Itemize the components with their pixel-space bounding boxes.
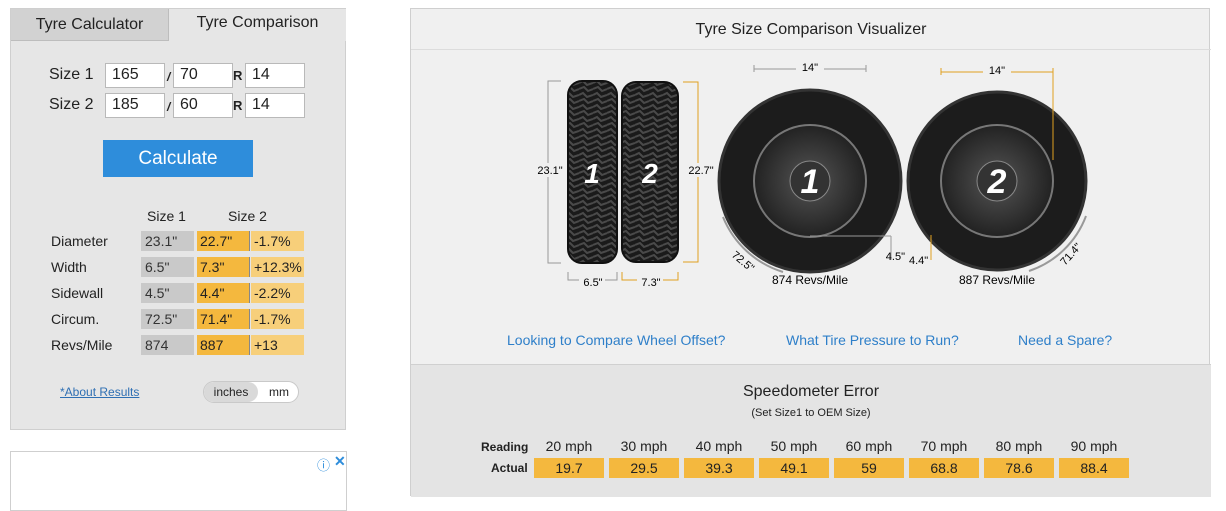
tread-height1-label: 23.1"	[537, 165, 562, 177]
tab-tyre-calculator[interactable]: Tyre Calculator	[11, 9, 169, 41]
ad-info-icon[interactable]: ⓘ	[317, 455, 330, 474]
reading-value: 20 mph	[545, 438, 593, 454]
actual-value: 39.3	[684, 458, 754, 478]
ad-close-icon[interactable]: ✕	[334, 453, 346, 470]
need-spare-link[interactable]: Need a Spare?	[1018, 332, 1112, 348]
result-size2-sidewall: 4.4"	[197, 283, 250, 303]
size1-rim-input[interactable]: 14	[245, 63, 305, 88]
speedometer-subtitle: (Set Size1 to OEM Size)	[751, 407, 871, 419]
result-label-sidewall: Sidewall	[51, 285, 104, 301]
results-header-size1: Size 1	[147, 208, 186, 224]
unit-mm-option[interactable]: mm	[260, 382, 298, 402]
result-size2-diameter: 22.7"	[197, 231, 250, 251]
side2-revs-label: 887 Revs/Mile	[959, 273, 1035, 287]
reading-value: 70 mph	[920, 438, 968, 454]
reading-value: 50 mph	[770, 438, 818, 454]
size1-aspect-input[interactable]: 70	[173, 63, 233, 88]
size2-aspect-input[interactable]: 60	[173, 93, 233, 118]
result-size2-revs: 887	[197, 335, 250, 355]
result-label-width: Width	[51, 259, 87, 275]
result-size1-diameter: 23.1"	[141, 231, 194, 251]
side2-sidewall-label: 4.4"	[909, 255, 928, 267]
size1-rim-label: R	[233, 68, 243, 83]
tire-pressure-link[interactable]: What Tire Pressure to Run?	[786, 332, 959, 348]
size2-rim-label: R	[233, 98, 243, 113]
results-header-size2: Size 2	[228, 208, 267, 224]
tread-height2-label: 22.7"	[688, 165, 713, 177]
result-size1-circum: 72.5"	[141, 309, 194, 329]
actual-value: 78.6	[984, 458, 1054, 478]
reading-value: 30 mph	[620, 438, 668, 454]
result-diff-revs: +13	[251, 335, 304, 355]
visualizer-title: Tyre Size Comparison Visualizer	[695, 21, 927, 38]
actual-value: 19.7	[534, 458, 604, 478]
side1-rim-label: 14"	[802, 62, 818, 74]
result-size1-width: 6.5"	[141, 257, 194, 277]
result-diff-diameter: -1.7%	[251, 231, 304, 251]
size1-label: Size 1	[49, 66, 94, 83]
reading-row-label: Reading	[481, 440, 529, 454]
result-size1-sidewall: 4.5"	[141, 283, 194, 303]
unit-inches-option[interactable]: inches	[204, 382, 258, 402]
about-results-link[interactable]: *About Results	[60, 385, 139, 399]
result-size2-circum: 71.4"	[197, 309, 250, 329]
tread-tyre-1-number: 1	[584, 158, 600, 189]
tyre-calculator-panel: Tyre Calculator Tyre Comparison Size 1 1…	[10, 8, 346, 430]
speedometer-title: Speedometer Error	[742, 383, 880, 400]
tread-width1-label: 6.5"	[583, 277, 602, 289]
actual-value: 68.8	[909, 458, 979, 478]
ad-box: ⓘ ✕	[10, 451, 347, 511]
tyre-diagram: 1 2 23.1" 22.7" 6.5" 7.3" 1 14" 4.5" 72.…	[531, 61, 1088, 289]
actual-value: 29.5	[609, 458, 679, 478]
result-diff-circum: -1.7%	[251, 309, 304, 329]
size1-width-input[interactable]: 165	[105, 63, 165, 88]
result-diff-width: +12.3%	[251, 257, 304, 277]
result-label-diameter: Diameter	[51, 233, 108, 249]
side-tyre-2-number: 2	[987, 163, 1007, 201]
reading-value: 80 mph	[995, 438, 1043, 454]
side1-sidewall-label: 4.5"	[886, 251, 905, 263]
wheel-offset-link[interactable]: Looking to Compare Wheel Offset?	[507, 332, 725, 348]
actual-value: 49.1	[759, 458, 829, 478]
result-label-circum: Circum.	[51, 311, 100, 327]
side-tyre-1-number: 1	[801, 163, 820, 201]
result-diff-sidewall: -2.2%	[251, 283, 304, 303]
reading-value: 90 mph	[1070, 438, 1118, 454]
size1-separator: /	[167, 70, 171, 84]
side1-revs-label: 874 Revs/Mile	[772, 273, 848, 287]
tread-tyre-2-number: 2	[641, 158, 658, 189]
size2-label: Size 2	[49, 96, 94, 113]
reading-value: 40 mph	[695, 438, 743, 454]
result-size2-width: 7.3"	[197, 257, 250, 277]
size2-separator: /	[167, 100, 171, 114]
side2-rim-label: 14"	[989, 65, 1005, 77]
calculate-button[interactable]: Calculate	[103, 140, 253, 177]
visualizer-panel: Tyre Size Comparison Visualizer 1 2 23.1…	[410, 8, 1211, 497]
actual-row-label: Actual	[491, 461, 528, 475]
result-label-revs: Revs/Mile	[51, 337, 113, 353]
speedometer-section: Speedometer Error (Set Size1 to OEM Size…	[411, 364, 1211, 497]
tread-width2-label: 7.3"	[641, 277, 660, 289]
reading-value: 60 mph	[845, 438, 893, 454]
actual-value: 59	[834, 458, 904, 478]
tab-tyre-comparison[interactable]: Tyre Comparison	[169, 9, 346, 41]
size2-width-input[interactable]: 185	[105, 93, 165, 118]
actual-value: 88.4	[1059, 458, 1129, 478]
side2-circum-label: 71.4"	[1058, 241, 1084, 268]
unit-toggle[interactable]: inches mm	[203, 381, 299, 403]
result-size1-revs: 874	[141, 335, 194, 355]
size2-rim-input[interactable]: 14	[245, 93, 305, 118]
